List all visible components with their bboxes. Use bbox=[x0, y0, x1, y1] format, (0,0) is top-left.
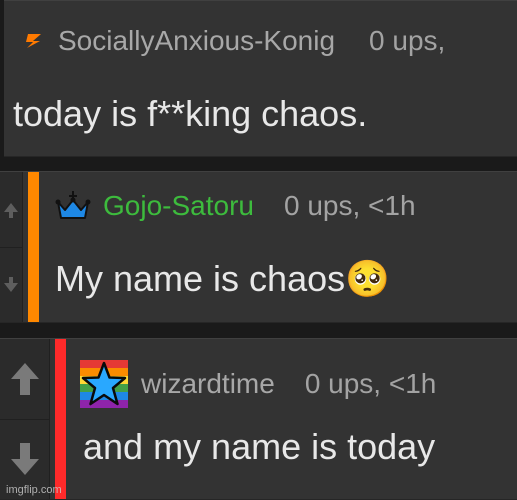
comment-1: SociallyAnxious-Konig 0 ups, today is f*… bbox=[4, 0, 517, 157]
comment-body: and my name is today bbox=[83, 426, 436, 467]
thread-depth-bar bbox=[28, 172, 39, 322]
lightning-bolt-icon bbox=[22, 32, 46, 50]
comment-3: wizardtime 0 ups, <1h and my name is tod… bbox=[0, 338, 517, 500]
comment-body: My name is chaos🥺 bbox=[55, 258, 390, 300]
arrow-up-icon bbox=[10, 363, 39, 395]
comment-body-text: My name is chaos bbox=[55, 258, 346, 299]
arrow-down-icon bbox=[4, 276, 18, 292]
thread-depth-bar bbox=[55, 339, 66, 499]
upvote-button[interactable] bbox=[0, 172, 22, 248]
vote-column bbox=[0, 339, 50, 499]
comment-3-meta: wizardtime 0 ups, <1h bbox=[79, 359, 436, 409]
username[interactable]: Gojo-Satoru bbox=[103, 190, 254, 222]
comment-2: Gojo-Satoru 0 ups, <1h My name is chaos🥺 bbox=[0, 171, 517, 323]
pleading-face-emoji: 🥺 bbox=[345, 258, 390, 299]
comment-2-meta: Gojo-Satoru 0 ups, <1h bbox=[55, 190, 416, 222]
watermark: imgflip.com bbox=[6, 484, 62, 496]
username[interactable]: wizardtime bbox=[141, 368, 275, 400]
crown-icon bbox=[55, 190, 91, 222]
arrow-up-icon bbox=[4, 202, 18, 218]
arrow-down-icon bbox=[10, 443, 39, 475]
comment-thread: SociallyAnxious-Konig 0 ups, today is f*… bbox=[0, 0, 517, 500]
comment-body: today is f**king chaos. bbox=[13, 93, 368, 134]
upvote-count: 0 ups, <1h bbox=[304, 368, 437, 399]
vote-column bbox=[0, 172, 23, 322]
rainbow-star-icon bbox=[79, 359, 129, 409]
upvote-count: 0 ups, bbox=[369, 25, 446, 56]
upvote-count: 0 ups, <1h bbox=[283, 190, 416, 221]
username[interactable]: SociallyAnxious-Konig bbox=[58, 25, 335, 57]
downvote-button[interactable] bbox=[0, 247, 22, 322]
comment-1-meta: SociallyAnxious-Konig 0 ups, bbox=[22, 25, 445, 57]
upvote-button[interactable] bbox=[0, 339, 49, 420]
